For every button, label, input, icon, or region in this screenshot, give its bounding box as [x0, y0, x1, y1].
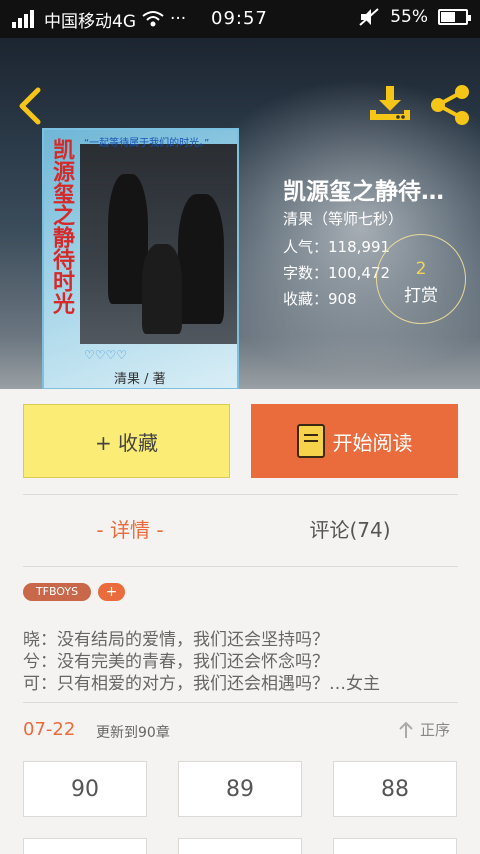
- reward-label: 打赏: [404, 286, 438, 306]
- sort-order-label: 正序: [420, 721, 451, 739]
- chapter-button[interactable]: 88: [333, 761, 457, 817]
- reward-count: 2: [415, 259, 427, 279]
- cover-hearts: ♡♡♡♡: [84, 348, 128, 362]
- collect-button[interactable]: + 收藏: [23, 404, 230, 478]
- battery-percent: 55%: [390, 7, 428, 27]
- cover-author: 清果 / 著: [114, 372, 166, 387]
- chapter-button-partial[interactable]: [333, 838, 457, 854]
- book-header: 凯源玺之静待时光 “一起等待属于我们的时光。” ♡♡♡♡ 清果 / 著 凯源玺之…: [0, 38, 480, 389]
- reward-button[interactable]: 2 打赏: [376, 234, 466, 324]
- book-popularity: 人气：118,991: [283, 238, 391, 256]
- sort-order-button[interactable]: 正序: [398, 719, 450, 740]
- update-date: 07-22: [23, 719, 76, 740]
- cover-title: 凯源玺之静待时光: [49, 138, 74, 314]
- cover-caption: “一起等待属于我们的时光。”: [84, 138, 210, 149]
- divider: [23, 566, 458, 567]
- book-favorites: 收藏：908: [283, 290, 357, 308]
- tab-detail[interactable]: - 详情 -: [20, 514, 240, 543]
- chapter-button[interactable]: 89: [178, 761, 302, 817]
- update-status: 更新到90章: [96, 725, 170, 741]
- chevron-left-icon: [19, 87, 41, 125]
- tag-tfboys[interactable]: TFBOYS: [23, 583, 91, 601]
- start-reading-button[interactable]: 开始阅读: [251, 404, 458, 478]
- chapter-button[interactable]: 90: [23, 761, 147, 817]
- carrier-label: 中国移动4G: [44, 11, 136, 32]
- share-icon: [431, 85, 469, 125]
- tab-comments[interactable]: 评论(74): [240, 514, 460, 543]
- mute-icon: [359, 8, 379, 26]
- status-dots: ···: [170, 9, 187, 29]
- book-icon: [296, 424, 325, 458]
- download-button[interactable]: [368, 84, 412, 124]
- chapter-button-partial[interactable]: [178, 838, 302, 854]
- signal-icon: [12, 10, 34, 28]
- clock: 09:57: [211, 8, 268, 29]
- status-bar: 中国移动4G ··· 09:57 55%: [0, 0, 480, 38]
- collect-label: + 收藏: [94, 430, 159, 455]
- add-tag-button[interactable]: +: [98, 583, 125, 601]
- book-word-count: 字数：100,472: [283, 264, 391, 282]
- battery-icon: [438, 9, 471, 25]
- divider: [23, 702, 458, 703]
- synopsis-line: 可：只有相爱的对方，我们还会相遇吗？…女主: [23, 674, 380, 694]
- download-icon: [370, 86, 410, 120]
- back-button[interactable]: [14, 86, 44, 126]
- divider: [23, 494, 458, 495]
- chapter-button-partial[interactable]: [23, 838, 147, 854]
- arrow-up-icon: [399, 721, 413, 738]
- book-cover[interactable]: 凯源玺之静待时光 “一起等待属于我们的时光。” ♡♡♡♡ 清果 / 著: [42, 128, 239, 389]
- share-button[interactable]: [428, 84, 472, 126]
- start-reading-label: 开始阅读: [332, 430, 413, 455]
- book-author: 清果（等师七秒）: [283, 210, 404, 228]
- wifi-icon: [142, 11, 164, 27]
- book-title: 凯源玺之静待…: [283, 179, 444, 205]
- cover-art: [80, 144, 237, 344]
